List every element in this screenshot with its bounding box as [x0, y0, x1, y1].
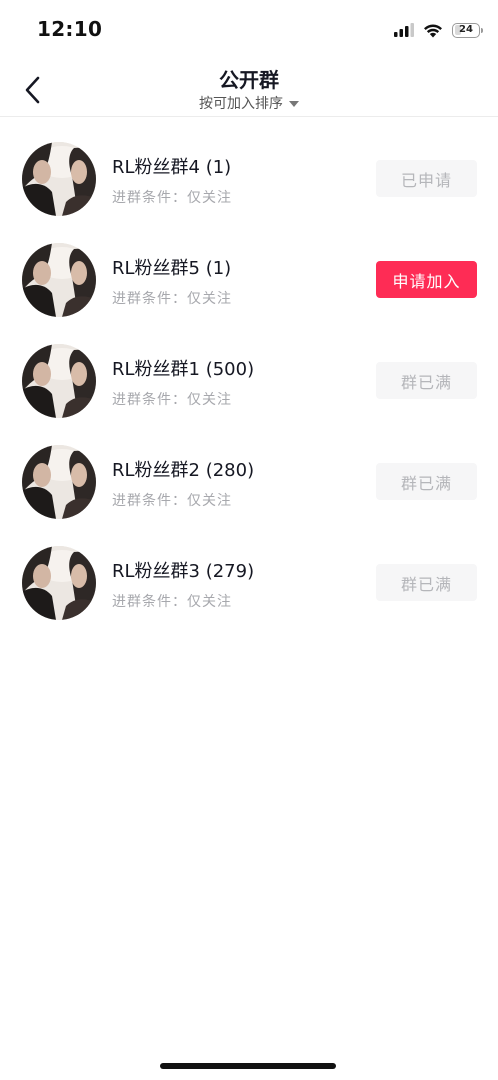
avatar — [22, 546, 96, 620]
group-full-button[interactable]: 群已满 — [376, 463, 477, 500]
group-name: RL粉丝群2 (280) — [112, 460, 255, 481]
applied-button[interactable]: 已申请 — [376, 160, 477, 197]
group-name: RL粉丝群3 (279) — [112, 561, 255, 582]
group-condition: 进群条件：仅关注 — [112, 594, 232, 610]
avatar-image — [22, 546, 96, 620]
list-item[interactable]: RL粉丝群2 (280) 进群条件：仅关注 群已满 — [0, 431, 498, 532]
group-list: RL粉丝群4 (1) 进群条件：仅关注 已申请 RL粉丝群5 (1) 进群条件：… — [0, 128, 498, 633]
caret-down-icon — [289, 101, 299, 107]
group-condition: 进群条件：仅关注 — [112, 493, 232, 509]
group-full-button[interactable]: 群已满 — [376, 362, 477, 399]
sort-label: 按可加入排序 — [199, 96, 283, 112]
avatar-image — [22, 243, 96, 317]
group-full-button[interactable]: 群已满 — [376, 564, 477, 601]
group-condition: 进群条件：仅关注 — [112, 190, 232, 206]
group-condition: 进群条件：仅关注 — [112, 291, 232, 307]
wifi-icon — [424, 24, 442, 37]
status-bar: 12:10 24 — [0, 0, 498, 60]
group-name: RL粉丝群1 (500) — [112, 359, 255, 380]
nav-header: 公开群 按可加入排序 — [0, 60, 498, 117]
status-icons: 24 — [394, 19, 483, 41]
list-item[interactable]: RL粉丝群1 (500) 进群条件：仅关注 群已满 — [0, 330, 498, 431]
home-indicator[interactable] — [160, 1063, 336, 1069]
status-time: 12:10 — [37, 17, 103, 41]
avatar-image — [22, 344, 96, 418]
avatar — [22, 243, 96, 317]
page-title: 公开群 — [219, 68, 279, 92]
battery-icon: 24 — [452, 22, 483, 38]
apply-join-button[interactable]: 申请加入 — [376, 261, 477, 298]
avatar-image — [22, 142, 96, 216]
group-name: RL粉丝群4 (1) — [112, 157, 232, 178]
avatar — [22, 445, 96, 519]
sort-selector[interactable]: 按可加入排序 — [0, 93, 498, 113]
list-item[interactable]: RL粉丝群5 (1) 进群条件：仅关注 申请加入 — [0, 229, 498, 330]
battery-level: 24 — [459, 24, 473, 35]
avatar — [22, 344, 96, 418]
group-name: RL粉丝群5 (1) — [112, 258, 232, 279]
list-item[interactable]: RL粉丝群4 (1) 进群条件：仅关注 已申请 — [0, 128, 498, 229]
avatar-image — [22, 445, 96, 519]
signal-icon — [394, 23, 414, 37]
group-condition: 进群条件：仅关注 — [112, 392, 232, 408]
avatar — [22, 142, 96, 216]
list-item[interactable]: RL粉丝群3 (279) 进群条件：仅关注 群已满 — [0, 532, 498, 633]
